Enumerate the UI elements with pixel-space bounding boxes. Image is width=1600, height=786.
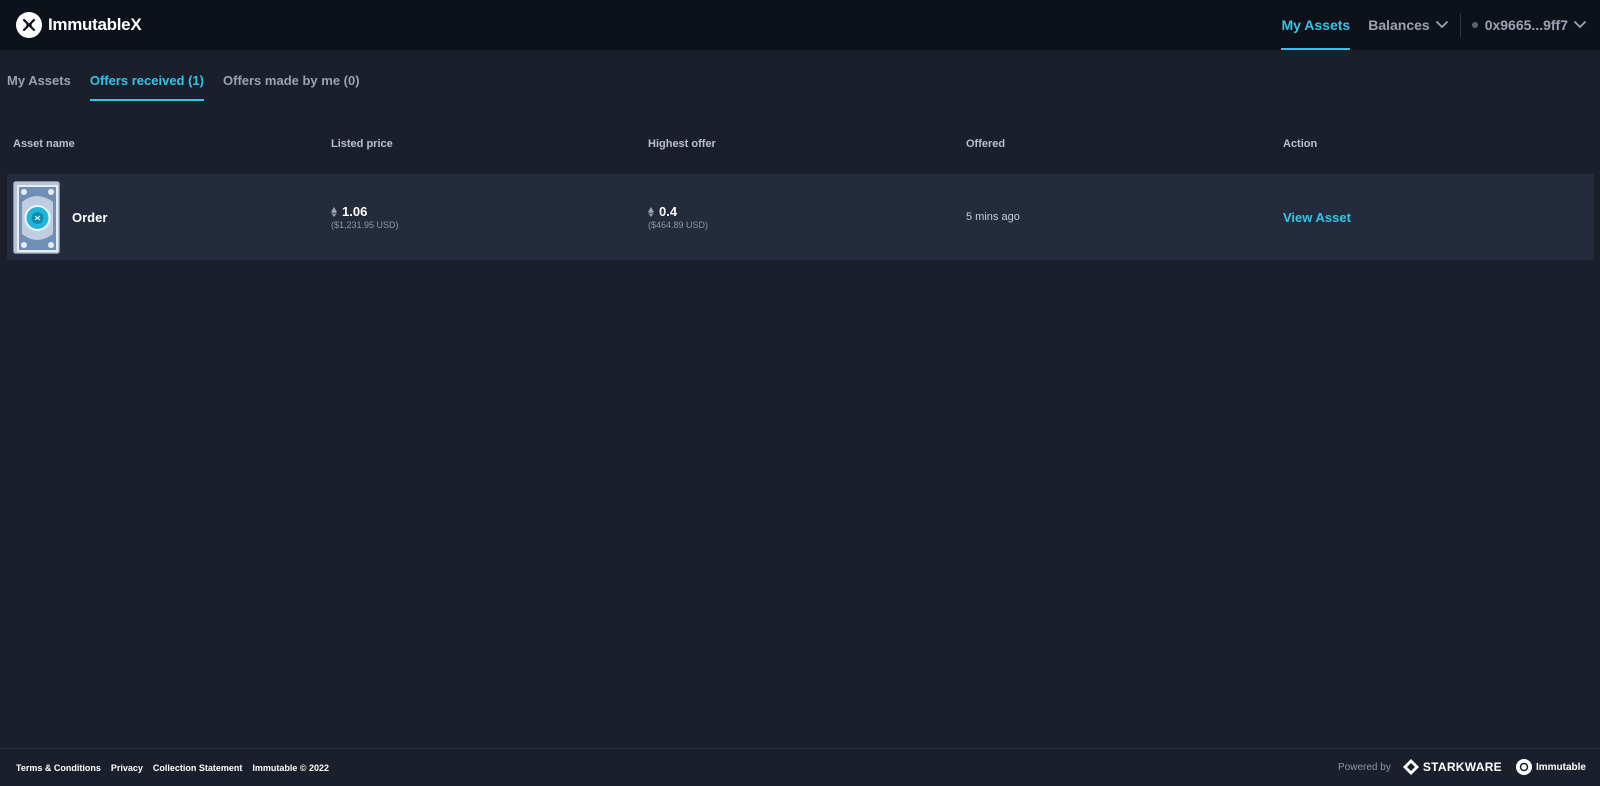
top-navbar: ImmutableX My Assets Balances 0x9665...9… [0, 0, 1600, 50]
footer-link-collection-statement[interactable]: Collection Statement [153, 763, 243, 773]
highest-offer-usd: ($464.89 USD) [648, 220, 709, 230]
footer-link-terms[interactable]: Terms & Conditions [16, 763, 101, 773]
offered-time: 5 mins ago [966, 211, 1020, 223]
footer-powered-by: Powered by STARKWARE Immutable [1338, 757, 1586, 777]
footer-links: Terms & Conditions Privacy Collection St… [16, 763, 339, 773]
footer-copyright: Immutable © 2022 [252, 763, 330, 773]
table-row[interactable]: Order 1.06 ($1,231.95 USD) 0.4 ($464.89 … [7, 174, 1594, 260]
nav-balances-label: Balances [1368, 17, 1430, 33]
nav-right: My Assets Balances 0x9665...9ff7 [1281, 0, 1600, 50]
immutable-wordmark: Immutable [1535, 761, 1586, 773]
asset-thumbnail[interactable] [13, 180, 60, 254]
wallet-status-dot [1471, 22, 1478, 28]
offered-cell: 5 mins ago [966, 174, 1020, 260]
tab-my-assets[interactable]: My Assets [7, 66, 71, 101]
nav-divider [1459, 13, 1461, 37]
listed-price-usd: ($1,231.95 USD) [331, 220, 399, 230]
column-listed-price: Listed price [331, 138, 393, 150]
nav-balances[interactable]: Balances [1368, 0, 1448, 50]
nav-my-assets[interactable]: My Assets [1281, 0, 1350, 50]
eth-icon [331, 206, 337, 217]
footer: Terms & Conditions Privacy Collection St… [0, 748, 1600, 786]
chevron-down-icon [1574, 21, 1586, 29]
asset-tabs: My Assets Offers received (1) Offers mad… [7, 66, 379, 101]
immutable-mark-icon [1515, 759, 1532, 775]
highest-offer-value: 0.4 [659, 204, 678, 219]
tab-offers-made[interactable]: Offers made by me (0) [223, 66, 360, 101]
brand-name: ImmutableX [48, 15, 142, 34]
column-offered: Offered [966, 138, 1006, 150]
view-asset-link[interactable]: View Asset [1283, 210, 1351, 225]
listed-price-value: 1.06 [342, 204, 368, 219]
eth-icon [648, 206, 654, 217]
chevron-down-icon [1435, 21, 1448, 29]
highest-offer-cell: 0.4 ($464.89 USD) [648, 174, 708, 260]
starkware-mark-icon [1402, 759, 1419, 775]
starkware-wordmark: STARKWARE [1422, 760, 1502, 774]
brand[interactable]: ImmutableX [16, 12, 142, 38]
immutablex-logo-icon [16, 12, 42, 38]
asset-cell: Order [13, 174, 107, 260]
powered-by-label: Powered by [1338, 761, 1391, 773]
starkware-logo[interactable]: STARKWARE [1402, 759, 1502, 775]
listed-price-cell: 1.06 ($1,231.95 USD) [331, 174, 399, 260]
asset-name: Order [72, 209, 108, 225]
wallet-address: 0x9665...9ff7 [1484, 17, 1568, 33]
action-cell: View Asset [1283, 174, 1351, 260]
wallet-menu[interactable]: 0x9665...9ff7 [1471, 17, 1586, 33]
column-highest-offer: Highest offer [648, 138, 716, 150]
immutable-logo[interactable]: Immutable [1515, 759, 1586, 775]
tab-offers-received[interactable]: Offers received (1) [89, 66, 205, 101]
footer-link-privacy[interactable]: Privacy [111, 763, 143, 773]
column-asset-name: Asset name [13, 138, 75, 150]
column-action: Action [1283, 138, 1318, 150]
table-header: Asset name Listed price Highest offer Of… [13, 138, 1583, 152]
